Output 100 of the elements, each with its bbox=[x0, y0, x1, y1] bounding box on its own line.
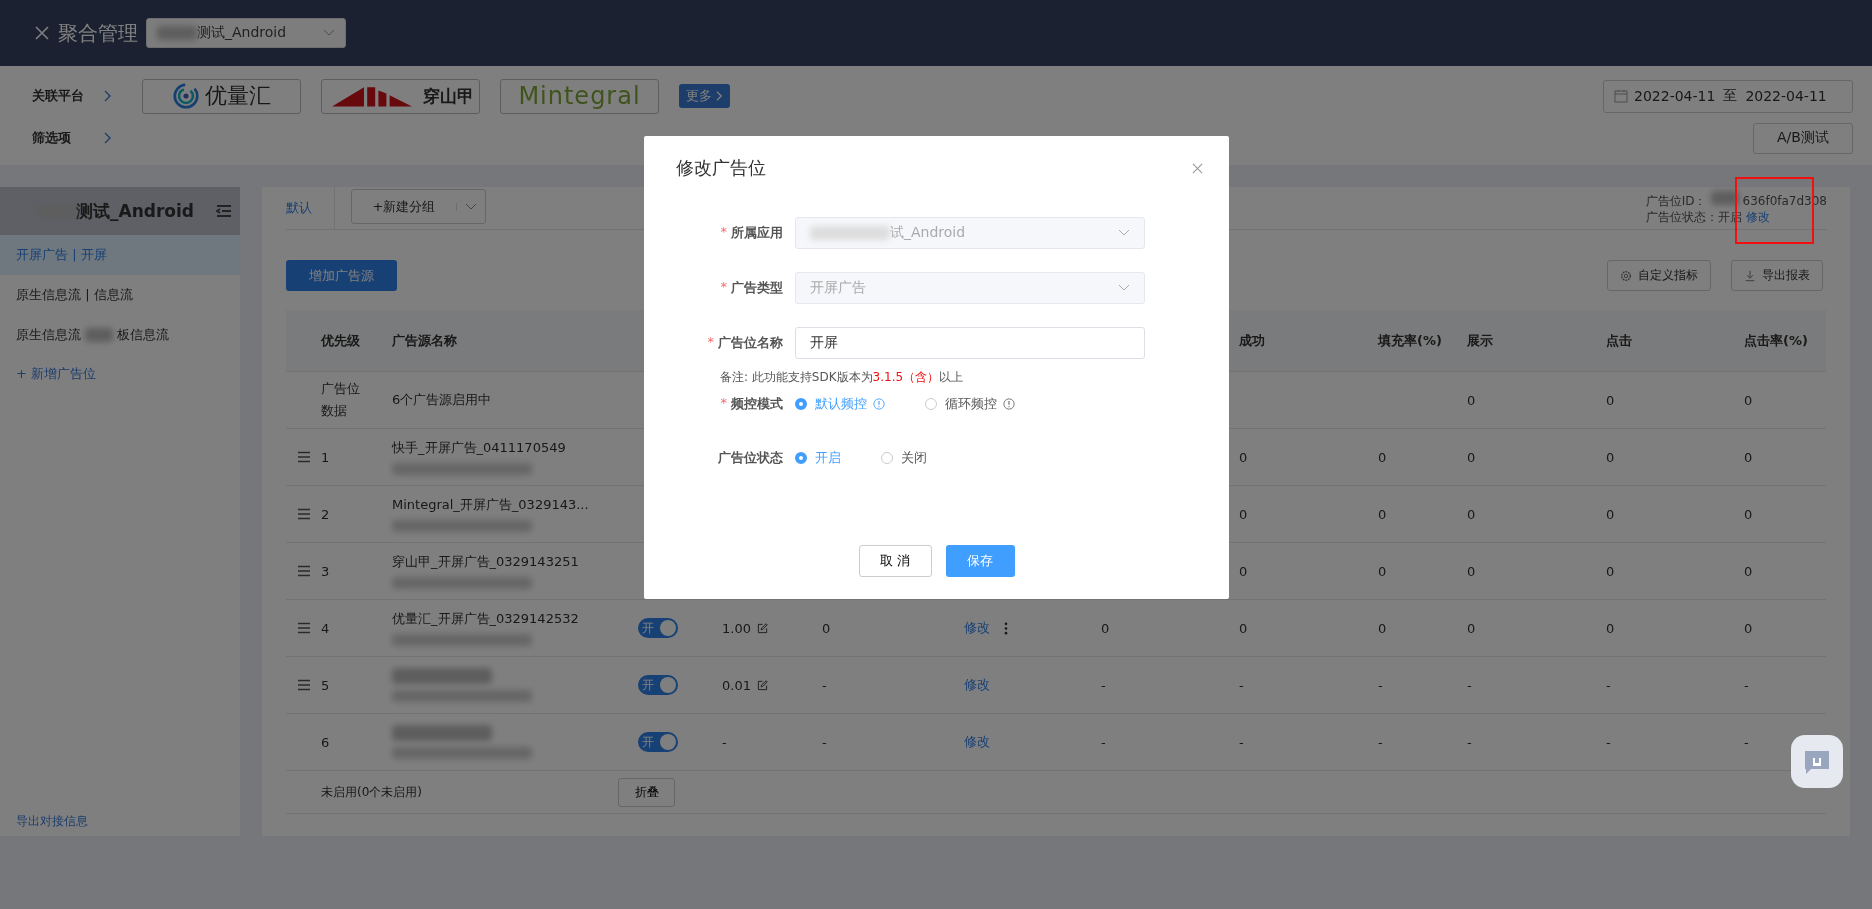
collapse-button[interactable]: 折叠 bbox=[618, 777, 675, 807]
field-label: 广告位状态 bbox=[718, 449, 783, 467]
table-cell-text: 6个广告源启用中 bbox=[392, 391, 493, 409]
column-header: 点击率(%) bbox=[1744, 331, 1809, 350]
tab[interactable]: 默认 bbox=[286, 187, 335, 229]
input-field[interactable]: 开屏 bbox=[795, 326, 1145, 359]
export-link[interactable]: 导出对接信息 bbox=[0, 813, 240, 836]
required-mark: * bbox=[720, 395, 727, 412]
table-cell-text: 0 bbox=[1467, 620, 1477, 636]
app-select[interactable]: 测试_Android bbox=[146, 18, 346, 48]
app-name: 测试_Android bbox=[76, 199, 194, 223]
page-title: 聚合管理 bbox=[58, 19, 138, 47]
table-cell-text: 2 bbox=[321, 506, 331, 522]
chevron-right-icon[interactable] bbox=[104, 90, 112, 102]
table-cell-text: 0 bbox=[1378, 563, 1388, 579]
table-cell: 0 bbox=[822, 620, 831, 636]
required-mark: * bbox=[707, 333, 714, 351]
drag-handle-icon[interactable] bbox=[297, 451, 311, 463]
filter-label: 筛选项 bbox=[32, 129, 72, 147]
chevron-down-icon bbox=[323, 29, 335, 37]
chevron-right-icon[interactable] bbox=[104, 132, 112, 144]
toggle-switch[interactable]: 开 bbox=[638, 732, 678, 752]
platform-logo[interactable]: 穿山甲 bbox=[321, 78, 480, 114]
table-cell-text: 0 bbox=[1606, 392, 1616, 408]
info-icon[interactable] bbox=[873, 398, 885, 410]
table-cell-text: 0 bbox=[1239, 620, 1249, 636]
drag-handle-icon[interactable] bbox=[297, 565, 311, 577]
drag-handle-icon[interactable] bbox=[297, 622, 311, 634]
toggle-switch[interactable]: 开 bbox=[638, 618, 678, 638]
table-cell: - bbox=[1101, 677, 1106, 693]
toolbar-button[interactable]: 自定义指标 bbox=[1607, 260, 1711, 291]
table-cell-text: 0 bbox=[1467, 506, 1477, 522]
table-cell: - bbox=[722, 734, 727, 750]
table-cell-text: 0 bbox=[1378, 506, 1388, 522]
more-button[interactable]: 更多 bbox=[679, 84, 730, 108]
info-icon[interactable] bbox=[1003, 398, 1015, 410]
platform-logo[interactable]: 优量汇 bbox=[142, 78, 301, 114]
table-cell: 1.00 bbox=[722, 620, 751, 636]
edit-link[interactable]: 修改 bbox=[964, 676, 990, 694]
chat-widget-button[interactable] bbox=[1791, 735, 1843, 788]
radio-option[interactable]: 循环频控 bbox=[925, 395, 1015, 413]
redaction-blur bbox=[85, 328, 113, 342]
table-cell-text: 0 bbox=[1606, 506, 1616, 522]
table-cell-text: 3 bbox=[321, 563, 331, 579]
table-cell: - bbox=[822, 677, 827, 693]
edit-icon[interactable] bbox=[756, 679, 768, 691]
placement-id-label: 广告位ID： bbox=[1645, 194, 1707, 208]
ab-test-button[interactable]: A/B测试 bbox=[1753, 122, 1853, 154]
chevron-down-icon bbox=[1118, 228, 1130, 237]
field-label: 广告位名称 bbox=[718, 333, 783, 352]
field-label: 所属应用 bbox=[731, 223, 783, 242]
radio-option[interactable]: 默认频控 bbox=[795, 395, 885, 413]
chevron-right-icon bbox=[716, 91, 723, 101]
column-header: 优先级 bbox=[321, 331, 361, 350]
radio-option[interactable]: 关闭 bbox=[881, 449, 927, 467]
new-group-button[interactable]: +新建分组 bbox=[351, 189, 486, 224]
required-mark: * bbox=[720, 278, 727, 296]
table-cell-text: 0 bbox=[1467, 449, 1477, 465]
table-cell: - bbox=[1101, 734, 1106, 750]
cancel-button[interactable]: 取 消 bbox=[858, 545, 932, 577]
table-cell-text: - bbox=[1606, 734, 1612, 750]
edit-icon[interactable] bbox=[756, 622, 768, 634]
save-button[interactable]: 保存 bbox=[945, 545, 1015, 577]
placement-status-label: 广告位状态： bbox=[1645, 210, 1718, 224]
collapse-menu-icon[interactable] bbox=[216, 204, 232, 218]
table-cell-text: 0 bbox=[1467, 392, 1477, 408]
edit-link[interactable]: 修改 bbox=[964, 733, 990, 751]
table-cell-text: 0 bbox=[1378, 449, 1388, 465]
edit-link[interactable]: 修改 bbox=[1745, 210, 1770, 224]
toolbar-button[interactable]: 导出报表 bbox=[1731, 260, 1823, 291]
table-cell-text: 0 bbox=[1606, 563, 1616, 579]
table-cell-text: - bbox=[1378, 677, 1384, 693]
add-placement-link[interactable]: + 新增广告位 bbox=[0, 355, 240, 393]
table-cell-text: 6 bbox=[321, 734, 331, 750]
table-cell-text: 4 bbox=[321, 620, 331, 636]
sidebar-item[interactable]: 开屏广告 | 开屏 bbox=[0, 235, 240, 275]
table-cell-text: - bbox=[1606, 677, 1612, 693]
chat-icon bbox=[1802, 748, 1832, 775]
toggle-switch[interactable]: 开 bbox=[638, 675, 678, 695]
table-cell-text: 0 bbox=[1744, 506, 1754, 522]
table-cell: 穿山甲_开屏广告_0329143251 bbox=[392, 553, 579, 571]
sidebar-item[interactable]: 原生信息流 板信息流 bbox=[0, 315, 240, 355]
column-header: 点击 bbox=[1606, 331, 1633, 350]
close-icon[interactable] bbox=[1192, 162, 1203, 174]
table-cell-text: 0 bbox=[1744, 449, 1754, 465]
add-source-button[interactable]: 增加广告源 bbox=[286, 260, 397, 291]
date-range-field[interactable]: 2022-04-11 至 2022-04-11 bbox=[1603, 79, 1853, 113]
sidebar-item[interactable]: 原生信息流 | 信息流 bbox=[0, 275, 240, 315]
column-header: 广告源名称 bbox=[392, 331, 458, 350]
table-cell-text: 0 bbox=[1378, 620, 1388, 636]
radio-option[interactable]: 开启 bbox=[795, 449, 841, 467]
table-cell-text: 5 bbox=[321, 677, 331, 693]
platform-logo[interactable]: Mintegral bbox=[500, 78, 659, 114]
table-cell-text: 0 bbox=[1239, 563, 1249, 579]
drag-handle-icon[interactable] bbox=[297, 508, 311, 520]
drag-handle-icon[interactable] bbox=[297, 679, 311, 691]
edit-link[interactable]: 修改 bbox=[964, 619, 990, 637]
column-header: 展示 bbox=[1467, 331, 1494, 350]
download-icon bbox=[1744, 269, 1756, 282]
more-icon[interactable] bbox=[1004, 621, 1008, 635]
